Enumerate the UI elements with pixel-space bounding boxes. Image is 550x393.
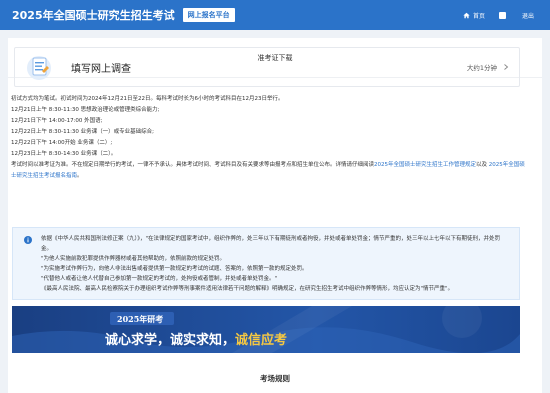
survey-entry[interactable]: 填写网上调查 大约1分钟 bbox=[14, 47, 520, 87]
info-icon bbox=[24, 236, 32, 244]
exam-notice: 考试时间以准考证为准。不在规定日期举行的考试，一律不予承认。具体考试时间、考试科… bbox=[11, 160, 525, 182]
legal-line: "为他人实施前款犯罪提供作弊器材或者其他帮助的，依照前款的规定处罚。 bbox=[41, 256, 226, 262]
platform-badge: 网上报名平台 bbox=[182, 8, 235, 22]
user-square-icon[interactable] bbox=[498, 11, 506, 19]
top-bar: 2025年全国硕士研究生招生考试 网上报名平台 首页 退出 bbox=[0, 0, 550, 30]
legal-line: 《最高人民法院、最高人民检察院关于办理组织考试作弊等刑事案件适用法律若干问题的解… bbox=[41, 286, 454, 292]
banner-year: 2025年研考 bbox=[117, 314, 164, 324]
site-title: 2025年全国硕士研究生招生考试 bbox=[12, 9, 175, 22]
survey-duration: 大约1分钟 bbox=[466, 64, 497, 72]
top-bar-actions: 首页 退出 bbox=[463, 11, 534, 20]
schedule-line: 12月21日上午 8:30-11:30 思想政治理论或管理类综合能力; bbox=[11, 107, 160, 113]
schedule-line: 12月23日上午 8:30-14:30 业务课（二）。 bbox=[11, 151, 117, 157]
slogan-highlight: 诚信应考 bbox=[235, 333, 288, 348]
home-label: 首页 bbox=[472, 12, 485, 20]
banner-slogan: 诚心求学，诚实求知，诚信应考 bbox=[105, 329, 287, 348]
slogan-main: 诚心求学，诚实求知， bbox=[105, 333, 236, 348]
schedule-line: 12月22日下午 14:00开始 业务课（二）; bbox=[11, 140, 113, 146]
home-icon bbox=[463, 12, 470, 18]
exam-rules-title: 考场规则 bbox=[8, 363, 542, 393]
schedule-line: 12月22日上午 8:30-11:30 业务课（一）或专业基础综合; bbox=[11, 129, 155, 135]
survey-document-icon bbox=[27, 56, 51, 80]
survey-title: 填写网上调查 bbox=[71, 63, 131, 75]
legal-line: "为实施考试作弊行为，向他人非法出售或者提供第一款规定的考试的试题、答案的，依照… bbox=[41, 266, 308, 272]
logout-link[interactable]: 退出 bbox=[522, 11, 534, 20]
legal-line: "代替他人或者让他人代替自己参加第一款规定的考试的，处拘役或者管制，并处或者单处… bbox=[41, 276, 278, 282]
exam-schedule: 初试方式均为笔试。初试时间为2024年12月21日至22日。每科考试时长为6小时… bbox=[11, 94, 525, 182]
notice-text: 以及 bbox=[476, 162, 488, 168]
schedule-line: 12月21日下午 14:00-17:00 外国语; bbox=[11, 118, 103, 124]
notice-text: 考试时间以准考证为准。不在规定日期举行的考试，一律不予承认。具体考试时间、考试科… bbox=[11, 162, 375, 168]
regulation-link[interactable]: 2025年全国硕士研究生招生工作管理规定 bbox=[374, 162, 476, 168]
legal-notice: 依据《中华人民共和国刑法修正案（九）》，"在法律规定的国家考试中，组织作弊的，处… bbox=[12, 227, 520, 300]
notice-text: 。 bbox=[77, 173, 83, 179]
exam-intro: 初试方式均为笔试。初试时间为2024年12月21日至22日。每科考试时长为6小时… bbox=[11, 96, 284, 102]
legal-line: 依据《中华人民共和国刑法修正案（九）》，"在法律规定的国家考试中，组织作弊的，处… bbox=[41, 236, 501, 252]
integrity-banner: 2025年研考 诚心求学，诚实求知，诚信应考 bbox=[12, 306, 520, 353]
chevron-right-icon bbox=[504, 64, 509, 70]
home-link[interactable]: 首页 bbox=[463, 11, 485, 20]
